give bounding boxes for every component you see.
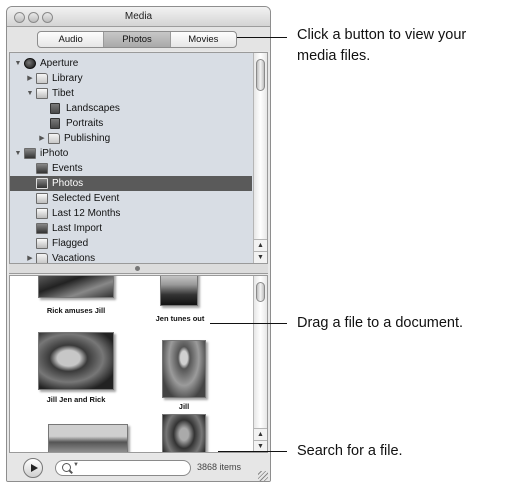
event-icon [36,193,48,204]
source-item-label: Vacations [52,253,96,264]
library-icon [36,73,48,84]
source-item-label: Last 12 Months [52,208,121,219]
callout-drag-file: Drag a file to a document. [297,315,464,331]
source-item-vacations[interactable]: ▶ Vacations [10,251,252,264]
photo-caption: Rick amuses Jill [46,306,106,315]
media-type-segmented-control: Audio Photos Movies [37,31,237,48]
photo-thumbnail[interactable] [162,414,206,452]
media-grid-scrollbar[interactable]: ▲ ▼ [253,276,267,452]
import-icon [36,223,48,234]
folder-icon [48,133,60,144]
zoom-button[interactable] [42,12,53,23]
play-button[interactable] [23,458,43,478]
callout-line [210,323,287,324]
disclosure-closed-icon[interactable]: ▶ [38,131,46,146]
close-button[interactable] [14,12,25,23]
folder-icon [36,253,48,263]
photo-thumbnail[interactable] [38,276,114,298]
source-item-portraits[interactable]: Portraits [10,116,252,131]
bottom-toolbar: ▼ 3868 items [7,454,270,481]
source-item-iphoto[interactable]: ▼ iPhoto [10,146,252,161]
source-item-label: Aperture [40,58,79,69]
photo-thumbnail[interactable] [162,340,206,398]
photos-icon [36,178,48,189]
source-item-events[interactable]: Events [10,161,252,176]
photo-caption: Jill [178,402,190,411]
window-title: Media [124,11,153,22]
scroll-up-arrow-icon[interactable]: ▲ [254,239,267,251]
source-item-tibet[interactable]: ▼ Tibet [10,86,252,101]
media-grid: Rick amuses Jill Jen tunes out Jill Jen … [9,275,268,453]
splitter-handle-icon[interactable] [135,266,140,271]
source-list-scrollbar[interactable]: ▲ ▼ [253,53,267,263]
photo-caption: Jen tunes out [155,314,205,323]
events-icon [36,163,48,174]
album-icon [50,118,60,129]
aperture-icon [24,58,36,69]
disclosure-open-icon[interactable]: ▼ [14,56,22,71]
search-menu-chevron-icon[interactable]: ▼ [73,462,79,468]
source-item-last-12-months[interactable]: Last 12 Months [10,206,252,221]
photo-thumbnail[interactable] [48,424,128,452]
source-item-label: Photos [52,178,84,189]
source-item-label: Tibet [52,88,74,99]
callout-line [237,37,287,38]
search-icon[interactable] [62,463,71,472]
media-type-bar: Audio Photos Movies [7,27,270,51]
tab-movies[interactable]: Movies [171,32,236,47]
callout-view-media: Click a button to view your media files. [297,27,467,64]
source-item-photos[interactable]: Photos [10,176,252,191]
disclosure-closed-icon[interactable]: ▶ [26,71,34,86]
disclosure-closed-icon[interactable]: ▶ [26,251,34,263]
search-input[interactable] [82,462,186,474]
item-count: 3868 items [197,462,242,472]
source-item-label: Landscapes [66,103,120,114]
flag-icon [36,238,48,249]
search-field[interactable]: ▼ [55,460,191,476]
source-item-label: Library [52,73,83,84]
tab-photos[interactable]: Photos [104,32,171,47]
source-item-selected-event[interactable]: Selected Event [10,191,252,206]
media-browser-window: Media Audio Photos Movies ▼ Aperture ▶ L… [6,6,271,482]
resize-grip-icon[interactable] [258,471,268,481]
source-item-label: Flagged [52,238,89,249]
project-icon [36,88,48,99]
disclosure-open-icon[interactable]: ▼ [26,86,34,101]
source-item-label: Selected Event [52,193,120,204]
callout-line [218,451,287,452]
source-item-label: Events [52,163,83,174]
pane-splitter[interactable] [9,264,268,274]
scroll-up-arrow-icon[interactable]: ▲ [254,428,267,440]
source-item-last-import[interactable]: Last Import [10,221,252,236]
source-item-landscapes[interactable]: Landscapes [10,101,252,116]
source-item-label: Publishing [64,133,111,144]
source-item-publishing[interactable]: ▶ Publishing [10,131,252,146]
source-item-label: Last Import [52,223,103,234]
scrollbar-thumb[interactable] [256,59,265,91]
source-item-label: Portraits [66,118,104,129]
source-item-flagged[interactable]: Flagged [10,236,252,251]
minimize-button[interactable] [28,12,39,23]
scroll-down-arrow-icon[interactable]: ▼ [254,251,267,263]
tab-audio[interactable]: Audio [38,32,105,47]
source-item-aperture[interactable]: ▼ Aperture [10,56,252,71]
callout-search: Search for a file. [297,443,403,459]
source-item-label: iPhoto [40,148,69,159]
title-bar[interactable]: Media [7,7,270,27]
photo-caption: Jill Jen and Rick [46,395,106,404]
photo-thumbnail[interactable] [38,332,114,390]
disclosure-open-icon[interactable]: ▼ [14,146,22,161]
photo-thumbnail[interactable] [160,276,198,306]
source-item-library[interactable]: ▶ Library [10,71,252,86]
source-list: ▼ Aperture ▶ Library ▼ Tibet Landscapes … [9,52,268,264]
scrollbar-thumb[interactable] [256,282,265,302]
album-icon [50,103,60,114]
iphoto-icon [24,148,36,159]
calendar-icon [36,208,48,219]
